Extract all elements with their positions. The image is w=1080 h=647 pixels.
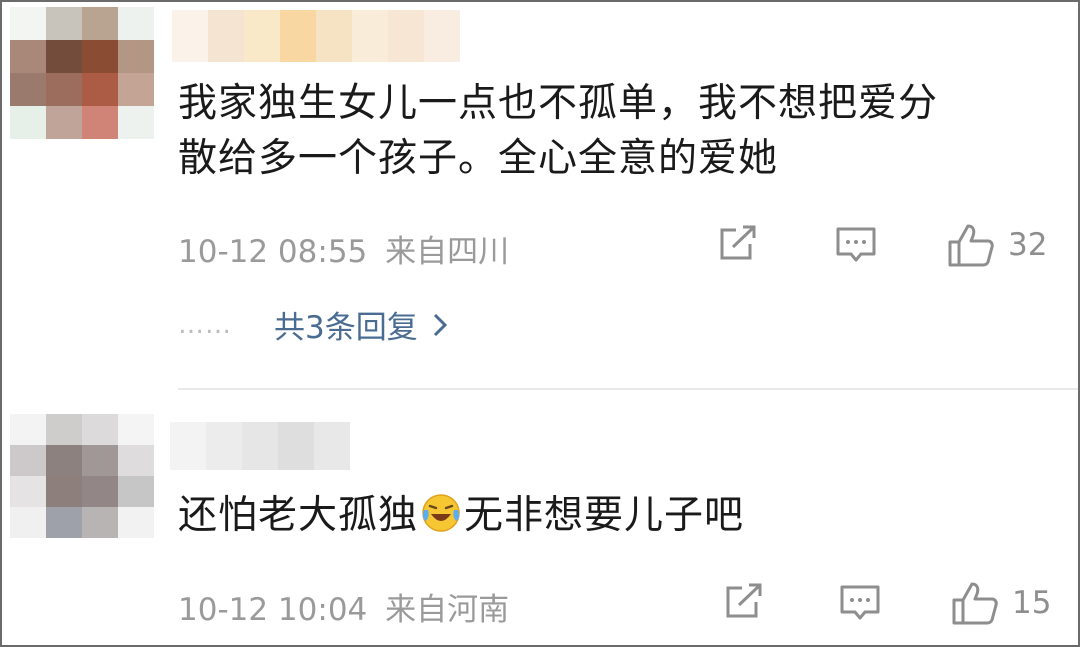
share-button[interactable]: [716, 224, 760, 264]
comment-text-line: 散给多一个孩子。全心全意的爱她: [178, 136, 779, 181]
comment-icon: [836, 227, 876, 262]
avatar[interactable]: [10, 7, 154, 139]
location: 来自四川: [385, 234, 510, 270]
comment-icon: [840, 585, 880, 620]
replies-row: …… 共3条回复: [178, 302, 448, 347]
like-button[interactable]: 15: [950, 580, 1051, 626]
share-icon: [726, 583, 762, 618]
comment-meta: 10-12 10:04 来自河南: [178, 584, 509, 629]
comment-text-line: 我家独生女儿一点也不孤单，我不想把爱分: [178, 81, 939, 126]
thumbs-up-icon: [952, 582, 998, 625]
comment-text-part: 还怕老大孤独: [178, 493, 419, 538]
replies-count-label: 共3条回复: [274, 310, 418, 346]
comment-text: 还怕老大孤独 无非想要儿子吧: [178, 488, 1068, 543]
reply-button[interactable]: [838, 582, 882, 624]
username-blurred[interactable]: [172, 10, 460, 62]
comment-text: 我家独生女儿一点也不孤单，我不想把爱分 散给多一个孩子。全心全意的爱她: [178, 76, 1068, 186]
reply-button[interactable]: [834, 224, 878, 266]
divider: [178, 388, 1078, 390]
share-icon: [720, 225, 756, 260]
thumbs-up-icon: [948, 224, 994, 267]
username-blurred[interactable]: [170, 422, 350, 470]
chevron-right-icon: [433, 313, 447, 336]
share-button[interactable]: [722, 582, 766, 622]
view-replies-link[interactable]: 共3条回复: [274, 302, 448, 347]
like-count: 32: [1008, 227, 1048, 263]
timestamp: 10-12 08:55: [178, 234, 368, 270]
laugh-cry-emoji: [422, 494, 460, 532]
replies-dots: ……: [178, 309, 232, 340]
comment-item: 还怕老大孤独 无非想要儿子吧 10-12 10:04 来自河南 15: [2, 392, 1078, 645]
timestamp: 10-12 10:04: [178, 592, 368, 628]
comment-meta: 10-12 08:55 来自四川: [178, 226, 509, 271]
location: 来自河南: [385, 592, 510, 628]
comment-text-part: 无非想要儿子吧: [464, 493, 745, 538]
like-button[interactable]: 32: [946, 222, 1047, 268]
comment-item: 我家独生女儿一点也不孤单，我不想把爱分 散给多一个孩子。全心全意的爱她 10-1…: [2, 2, 1078, 390]
avatar[interactable]: [10, 414, 154, 538]
like-count: 15: [1012, 585, 1052, 621]
comment-list: 我家独生女儿一点也不孤单，我不想把爱分 散给多一个孩子。全心全意的爱她 10-1…: [0, 0, 1080, 647]
